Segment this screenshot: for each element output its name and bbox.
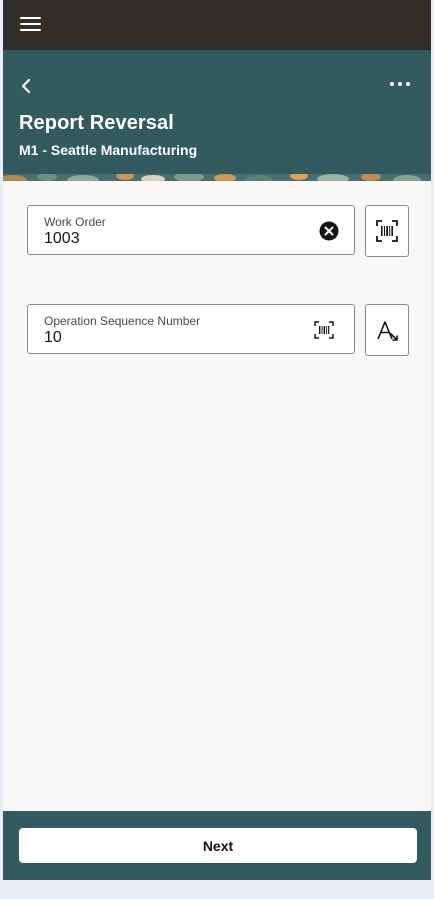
operation-sequence-field[interactable]: Operation Sequence Number 10 (27, 304, 355, 354)
work-order-label: Work Order (44, 215, 106, 229)
top-app-bar (3, 0, 431, 50)
page-subtitle: M1 - Seattle Manufacturing (19, 142, 198, 158)
clear-circle-icon[interactable] (319, 221, 339, 241)
operation-sequence-input[interactable]: 10 (44, 329, 62, 347)
app-window: Report Reversal M1 - Seattle Manufacturi… (3, 0, 431, 880)
page-title: Report Reversal (19, 112, 174, 134)
more-horizontal-icon (390, 82, 410, 86)
hamburger-menu-icon[interactable] (20, 17, 41, 32)
work-order-input[interactable]: 1003 (44, 230, 80, 248)
more-actions-button[interactable] (387, 74, 413, 94)
barcode-scan-icon (376, 220, 398, 242)
work-order-scan-button[interactable] (365, 205, 409, 257)
back-button[interactable] (17, 76, 37, 96)
chevron-left-icon (21, 78, 31, 94)
work-order-field[interactable]: Work Order 1003 (27, 205, 355, 255)
header-decorative-band (3, 174, 431, 181)
next-button[interactable]: Next (19, 828, 417, 863)
barcode-scan-icon[interactable] (314, 321, 334, 339)
page-header: Report Reversal M1 - Seattle Manufacturi… (3, 50, 431, 181)
input-mode-button[interactable] (365, 304, 409, 356)
text-input-mode-icon (377, 321, 398, 341)
operation-sequence-label: Operation Sequence Number (44, 314, 201, 328)
footer-bar: Next (3, 811, 431, 880)
